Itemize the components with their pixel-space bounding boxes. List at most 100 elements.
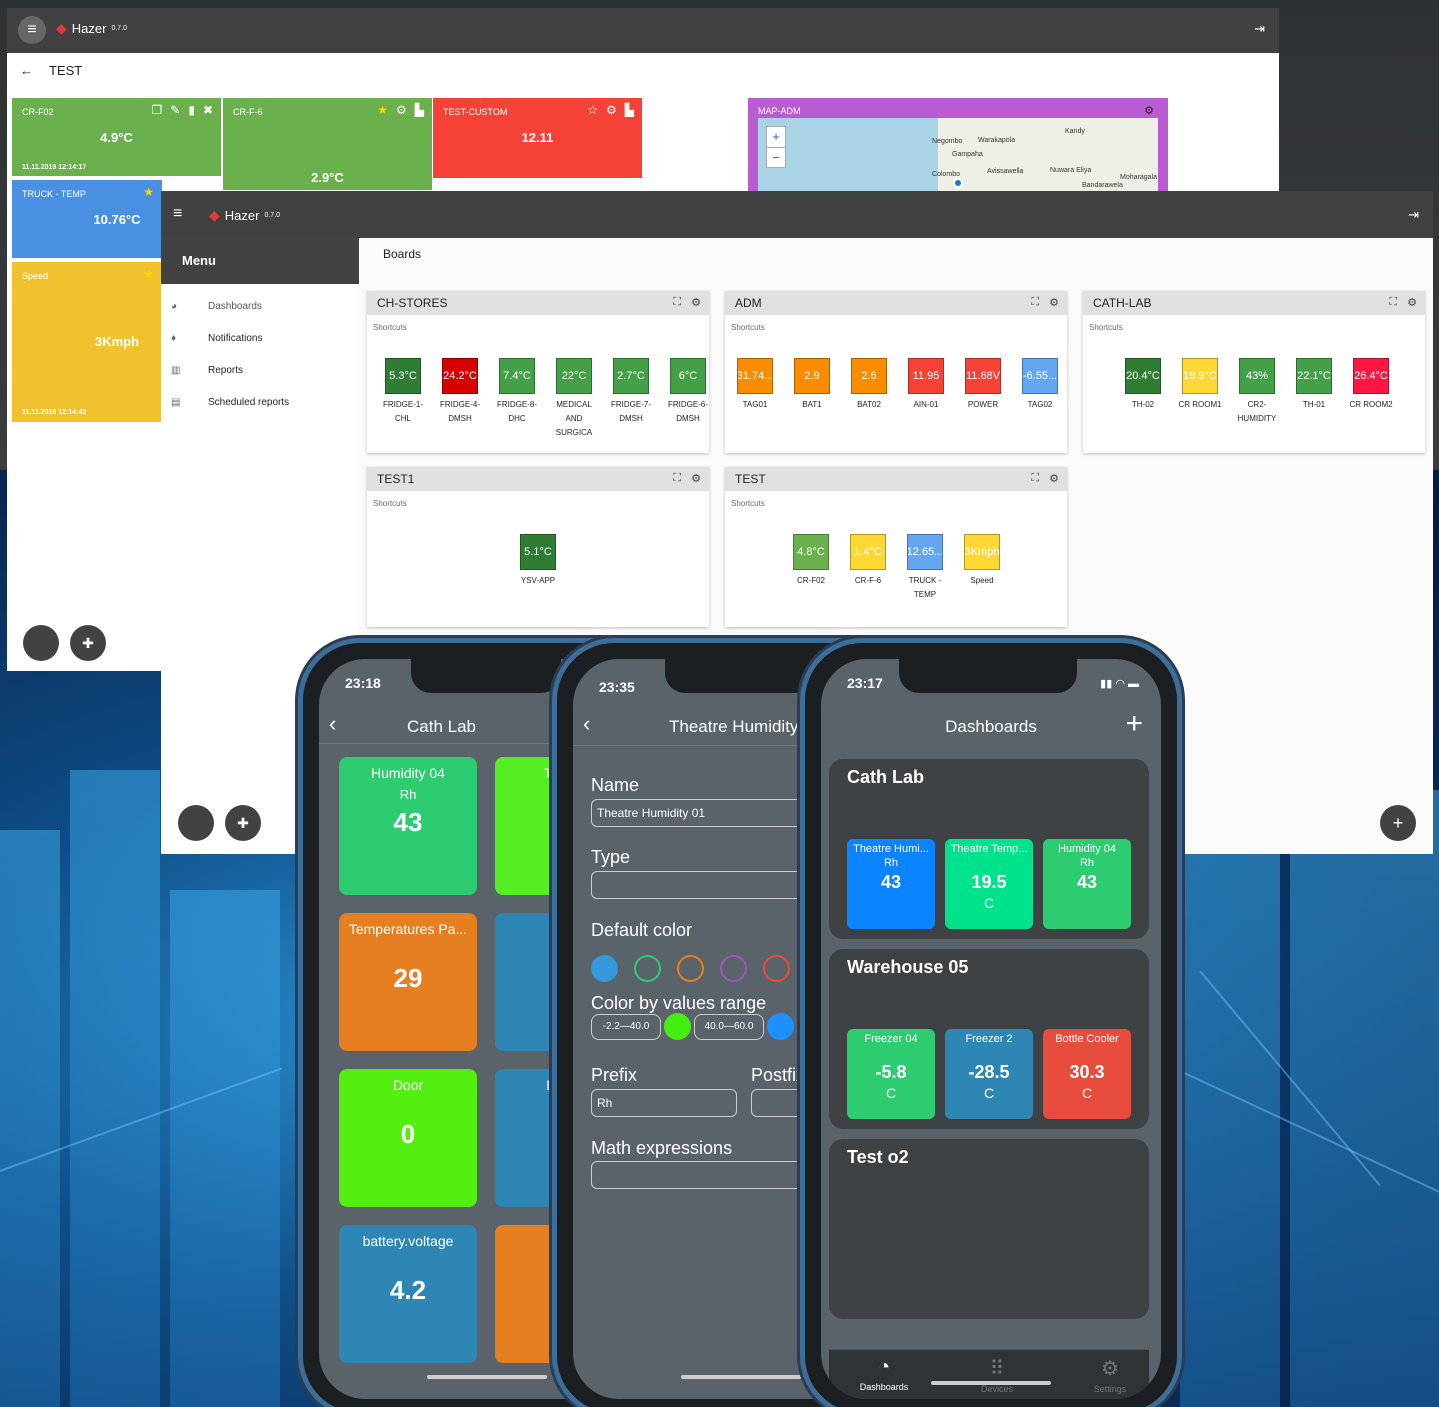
range-color-swatch[interactable] — [664, 1013, 691, 1040]
delete-icon[interactable]: ▮ — [188, 103, 195, 117]
chart-icon[interactable]: ▙ — [625, 103, 634, 117]
menu-icon[interactable]: ≡ — [173, 205, 182, 223]
back-chevron-icon[interactable]: ‹ — [329, 711, 336, 737]
shortcut-item[interactable]: 19.9°C CR ROOM1 — [1176, 358, 1224, 412]
copy-icon[interactable]: ❐ — [152, 103, 163, 117]
zoom-in-button[interactable]: + — [767, 127, 785, 148]
shortcut-item[interactable]: 12.65... TRUCK - TEMP — [901, 534, 949, 602]
tile-truck-temp[interactable]: TRUCK - TEMP ★ 10.76°C — [12, 180, 162, 258]
gear-icon[interactable]: ⚙ — [396, 103, 407, 117]
menu-icon[interactable]: ≡ — [18, 16, 46, 44]
star-outline-icon[interactable]: ☆ — [587, 103, 598, 117]
nav-notifications[interactable]: ♦ Notifications — [161, 322, 359, 354]
gear-icon[interactable]: ⚙ — [691, 296, 701, 309]
android-store-icon[interactable]: ✚ — [70, 625, 106, 661]
zoom-out-button[interactable]: − — [767, 148, 785, 168]
shortcut-item[interactable]: 7.4°C FRIDGE-8-DHC — [493, 358, 541, 426]
shortcut-item[interactable]: 22°C MEDICAL AND SURGICA — [550, 358, 598, 440]
gear-icon[interactable]: ⚙ — [606, 103, 617, 117]
type-field[interactable] — [591, 871, 821, 899]
dashboard-tile[interactable]: Freezer 2 -28.5 C — [945, 1029, 1033, 1119]
sensor-tile[interactable]: Humidity 04 Rh 43 — [339, 757, 477, 895]
shortcut-item[interactable]: 43% CR2-HUMIDITY — [1233, 358, 1281, 426]
sensor-tile[interactable]: Door 0 — [339, 1069, 477, 1207]
sensor-tile[interactable]: Temperatures Pa... 29 — [339, 913, 477, 1051]
fullscreen-icon[interactable]: ⛶ — [673, 472, 681, 485]
dashboard-tile[interactable]: Humidity 04 Rh 43 — [1043, 839, 1131, 929]
fullscreen-icon[interactable]: ⛶ — [673, 296, 681, 309]
nav-reports[interactable]: ▥ Reports — [161, 354, 359, 386]
edit-icon[interactable]: ✎ — [170, 103, 180, 117]
tab-devices[interactable]: ⠿ Devices — [942, 1356, 1052, 1394]
dashboard-tile[interactable]: Theatre Humi... Rh 43 — [847, 839, 935, 929]
apple-store-icon[interactable] — [178, 805, 214, 841]
prefix-field[interactable]: Rh — [591, 1089, 737, 1117]
tab-settings[interactable]: ⚙ Settings — [1055, 1356, 1161, 1394]
back-chevron-icon[interactable]: ‹ — [583, 711, 590, 737]
math-field[interactable] — [591, 1161, 821, 1189]
back-arrow-icon[interactable]: ← — [20, 63, 33, 78]
logout-icon[interactable]: ⇥ — [1408, 207, 1419, 223]
shortcut-item[interactable]: 2.7°C FRIDGE-7-DMSH — [607, 358, 655, 426]
shortcut-item[interactable]: 1.4°C CR-F-6 — [844, 534, 892, 588]
sensor-tile[interactable]: battery.voltage 4.2 — [339, 1225, 477, 1363]
dashboard-tile[interactable]: Bottle Cooler 30.3 C — [1043, 1029, 1131, 1119]
apple-store-icon[interactable] — [23, 625, 59, 661]
dashboard-tile[interactable]: Theatre Temp... 19.5 C — [945, 839, 1033, 929]
tile-cr-f-6[interactable]: CR-F-6 ★ ⚙ ▙ 2.9°C — [223, 98, 432, 190]
shortcut-item[interactable]: 3Kmph Speed — [958, 534, 1006, 588]
shortcut-item[interactable]: 4.8°C CR-F02 — [787, 534, 835, 588]
fullscreen-icon[interactable]: ⛶ — [1031, 296, 1039, 309]
range-color-swatch[interactable] — [767, 1013, 794, 1040]
dashboard-group[interactable]: Warehouse 05 Freezer 04 -5.8 C Freezer 2 -28.… — [829, 949, 1149, 1129]
shortcut-item[interactable]: 11.95 AIN-01 — [902, 358, 950, 412]
gear-icon[interactable]: ⚙ — [1049, 472, 1059, 485]
star-icon[interactable]: ★ — [377, 103, 388, 117]
name-field[interactable]: Theatre Humidity 01 — [591, 799, 821, 827]
gear-icon[interactable]: ⚙ — [1049, 296, 1059, 309]
logout-icon[interactable]: ⇥ — [1254, 21, 1265, 37]
color-swatch[interactable] — [634, 955, 661, 982]
close-icon[interactable]: ✖ — [203, 103, 213, 117]
fullscreen-icon[interactable]: ⛶ — [1031, 472, 1039, 485]
shortcut-label: TH-02 — [1131, 400, 1155, 409]
shortcut-item[interactable]: 5.3°C FRIDGE-1-CHL — [379, 358, 427, 426]
android-store-icon[interactable]: ✚ — [225, 805, 261, 841]
tile-cr-f02[interactable]: CR-F02 ❐ ✎ ▮ ✖ 4.9°C 11.11.2019 12:14:17 — [12, 98, 221, 176]
tab-dashboards[interactable]: ◔ Dashboards — [829, 1356, 939, 1392]
shortcut-item[interactable]: 11.68V POWER — [959, 358, 1007, 412]
shortcut-item[interactable]: 6°C FRIDGE-6-DMSH — [664, 358, 712, 426]
shortcut-item[interactable]: 20.4°C TH-02 — [1119, 358, 1167, 412]
dashboard-tile[interactable]: Freezer 04 -5.8 C — [847, 1029, 935, 1119]
dashboard-group[interactable]: Test o2 — [829, 1139, 1149, 1319]
nav-scheduled-reports[interactable]: ▤ Scheduled reports — [161, 386, 359, 418]
color-swatch[interactable] — [591, 955, 618, 982]
color-swatch[interactable] — [763, 955, 790, 982]
shortcut-item[interactable]: 2.9 BAT1 — [788, 358, 836, 412]
map-marker-icon[interactable] — [953, 178, 963, 188]
color-swatch[interactable] — [720, 955, 747, 982]
range-field[interactable]: 40.0—60.0 — [694, 1014, 764, 1040]
color-swatch[interactable] — [677, 955, 704, 982]
gear-icon[interactable]: ⚙ — [1407, 296, 1417, 309]
nav-dashboards[interactable]: ◕ Dashboards — [161, 290, 359, 322]
shortcut-item[interactable]: 31.74... TAG01 — [731, 358, 779, 412]
add-board-button[interactable]: + — [1380, 805, 1416, 841]
fullscreen-icon[interactable]: ⛶ — [1389, 296, 1397, 309]
star-icon[interactable]: ★ — [143, 267, 154, 281]
range-field[interactable]: -2.2—40.0 — [591, 1014, 661, 1040]
shortcut-item[interactable]: 24.2°C FRIDGE-4-DMSH — [436, 358, 484, 426]
tile-speed[interactable]: Speed ★ 3Kmph 11.11.2019 12:14:42 — [12, 262, 162, 422]
gear-icon[interactable]: ⚙ — [1144, 104, 1154, 117]
shortcut-item[interactable]: 22.1°C TH-01 — [1290, 358, 1338, 412]
add-dashboard-button[interactable]: + — [1125, 707, 1143, 741]
shortcut-item[interactable]: 2.6 BAT02 — [845, 358, 893, 412]
chart-icon[interactable]: ▙ — [415, 103, 424, 117]
star-icon[interactable]: ★ — [143, 185, 154, 199]
shortcut-item[interactable]: 26.4°C CR ROOM2 — [1347, 358, 1395, 412]
dashboard-group[interactable]: Cath Lab Theatre Humi... Rh 43 Theatre Temp.… — [829, 759, 1149, 939]
gear-icon[interactable]: ⚙ — [691, 472, 701, 485]
shortcut-item[interactable]: 5.1°C YSV-APP — [514, 534, 562, 588]
tile-test-custom[interactable]: TEST-CUSTOM ☆ ⚙ ▙ 12.11 — [433, 98, 642, 178]
shortcut-item[interactable]: -6.55... TAG02 — [1016, 358, 1064, 412]
